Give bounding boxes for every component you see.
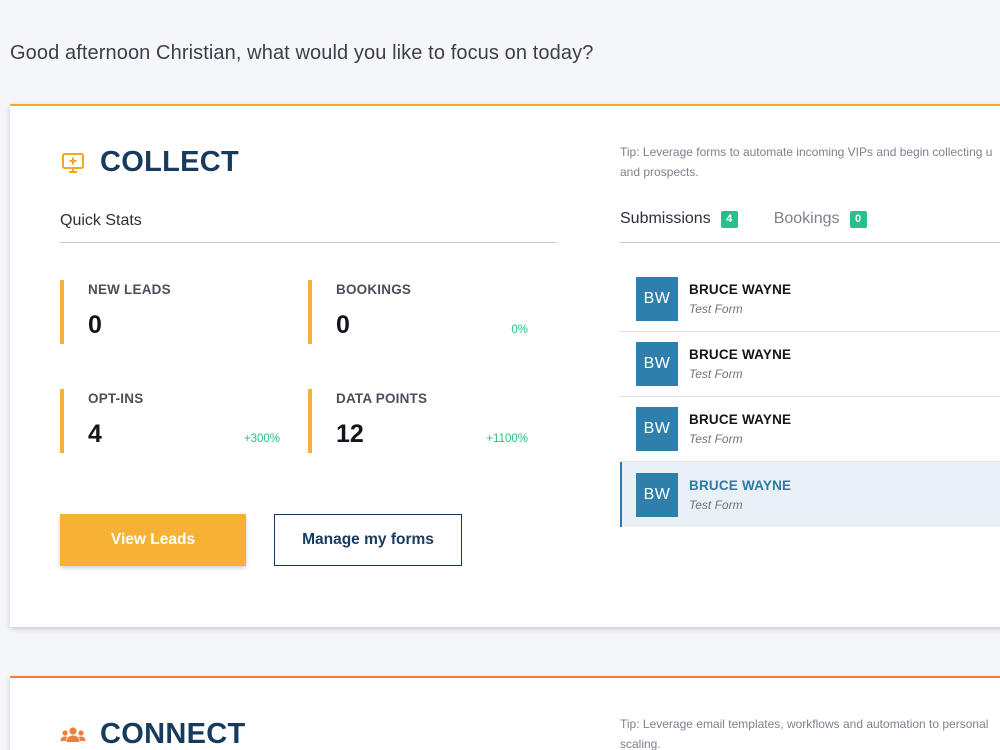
- collect-tip: Tip: Leverage forms to automate incoming…: [620, 142, 1000, 182]
- connect-header: CONNECT: [60, 718, 246, 750]
- submissions-tabs: Submissions 4 Bookings 0: [620, 210, 903, 228]
- submission-name: BRUCE WAYNE: [689, 412, 792, 427]
- count-badge: 0: [849, 210, 867, 228]
- stat-value: 0: [88, 311, 102, 339]
- tab-label: Submissions: [620, 210, 711, 227]
- avatar: BW: [636, 407, 678, 451]
- collect-header: COLLECT: [60, 146, 239, 179]
- stat-change: 0%: [511, 324, 528, 336]
- manage-forms-button[interactable]: Manage my forms: [274, 514, 462, 566]
- stat-label: OPT-INS: [88, 391, 144, 406]
- collect-card: COLLECT Tip: Leverage forms to automate …: [10, 104, 1000, 627]
- connect-card: CONNECT Tip: Leverage email templates, w…: [10, 676, 1000, 750]
- stat-new-leads: NEW LEADS 0: [60, 280, 280, 344]
- list-item[interactable]: BW BRUCE WAYNE Test Form: [620, 332, 1000, 397]
- stat-change: +300%: [243, 433, 280, 445]
- tab-submissions[interactable]: Submissions 4: [620, 210, 738, 228]
- stat-value: 0: [336, 311, 350, 339]
- list-item-selected[interactable]: BW BRUCE WAYNE Test Form: [620, 462, 1000, 527]
- view-leads-button[interactable]: View Leads: [60, 514, 246, 566]
- submissions-list: BW BRUCE WAYNE Test Form BW BRUCE WAYNE …: [620, 267, 1000, 527]
- connect-tip-line2: scaling.: [620, 737, 661, 750]
- quick-stats-label: Quick Stats: [60, 212, 142, 229]
- submission-name: BRUCE WAYNE: [689, 477, 792, 493]
- count-badge: 4: [720, 210, 738, 228]
- collect-title: COLLECT: [100, 146, 240, 178]
- list-item[interactable]: BW BRUCE WAYNE Test Form: [620, 267, 1000, 332]
- stat-bookings: BOOKINGS 0 0%: [308, 280, 528, 344]
- connect-title: CONNECT: [100, 718, 246, 750]
- stat-label: NEW LEADS: [88, 282, 171, 297]
- submission-name: BRUCE WAYNE: [689, 282, 792, 297]
- submission-name: BRUCE WAYNE: [689, 347, 792, 362]
- submission-form: Test Form: [689, 497, 743, 512]
- stat-label: DATA POINTS: [336, 391, 428, 406]
- tab-label: Bookings: [773, 210, 840, 227]
- avatar: BW: [636, 472, 678, 517]
- tabs-divider: [620, 242, 1000, 243]
- people-icon: [60, 722, 86, 748]
- stat-label: BOOKINGS: [336, 282, 412, 297]
- connect-tip-line1: Tip: Leverage email templates, workflows…: [620, 717, 989, 731]
- stat-data-points: DATA POINTS 12 +1100%: [308, 389, 528, 453]
- list-item[interactable]: BW BRUCE WAYNE Test Form: [620, 397, 1000, 462]
- avatar: BW: [636, 277, 678, 321]
- stat-change: +1100%: [486, 433, 528, 445]
- quick-stats-divider: [60, 242, 557, 243]
- submission-form: Test Form: [689, 432, 743, 446]
- monitor-plus-icon: [60, 150, 86, 176]
- collect-tip-line2: and prospects.: [620, 165, 699, 179]
- stat-opt-ins: OPT-INS 4 +300%: [60, 389, 280, 453]
- collect-tip-line1: Tip: Leverage forms to automate incoming…: [620, 145, 993, 159]
- connect-tip: Tip: Leverage email templates, workflows…: [620, 714, 1000, 750]
- avatar: BW: [636, 342, 678, 386]
- tab-bookings[interactable]: Bookings 0: [774, 210, 867, 228]
- submission-form: Test Form: [689, 302, 743, 316]
- submission-form: Test Form: [689, 367, 743, 381]
- greeting-text: Good afternoon Christian, what would you…: [10, 42, 594, 64]
